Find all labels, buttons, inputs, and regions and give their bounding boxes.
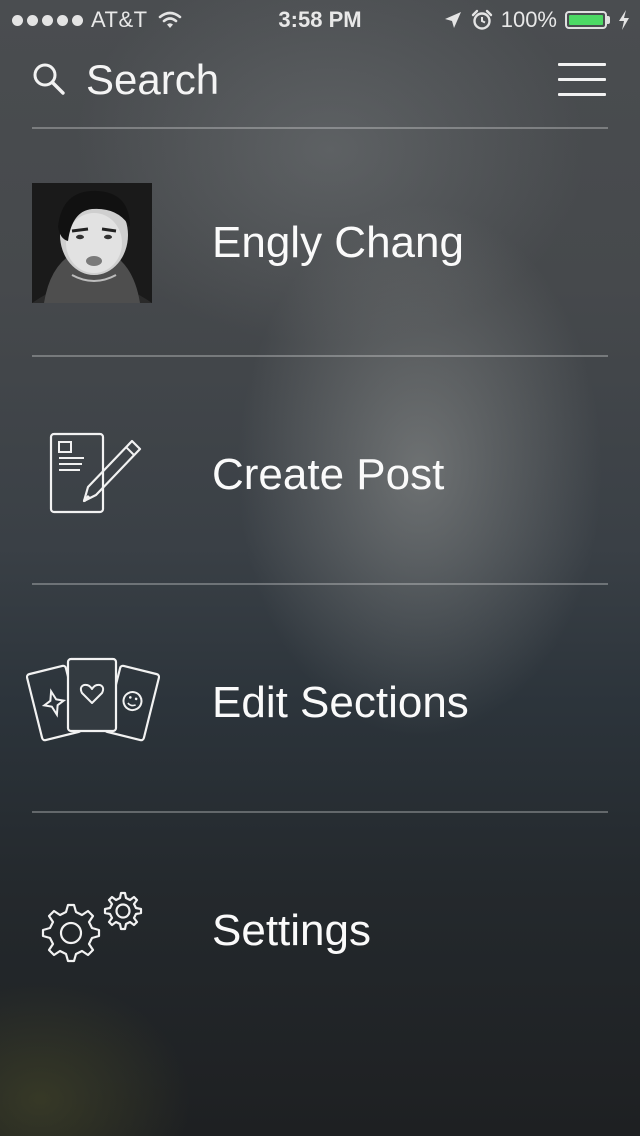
menu-item-profile[interactable]: Engly Chang	[0, 129, 640, 355]
menu-item-edit-sections[interactable]: Edit Sections	[0, 585, 640, 811]
search-bar[interactable]: Search	[0, 40, 640, 128]
menu-item-label: Settings	[212, 906, 371, 955]
menu-item-label: Edit Sections	[212, 678, 469, 727]
menu-item-label: Create Post	[212, 450, 445, 499]
menu-item-label: Engly Chang	[212, 218, 464, 267]
menu-item-settings[interactable]: Settings	[0, 813, 640, 1039]
battery-percent: 100%	[500, 7, 557, 32]
status-right: 100%	[443, 7, 630, 33]
search-label[interactable]: Search	[86, 56, 219, 104]
settings-gears-icon	[41, 891, 143, 963]
search-icon[interactable]	[32, 62, 66, 96]
battery-fill	[569, 15, 603, 25]
battery-icon	[565, 11, 610, 29]
alarm-icon	[471, 9, 492, 30]
charging-bolt-icon	[619, 10, 629, 30]
hamburger-menu-icon[interactable]	[558, 60, 608, 98]
location-arrow-icon	[444, 12, 461, 28]
menu-item-create-post[interactable]: Create Post	[0, 357, 640, 583]
edit-sections-cards-icon	[26, 657, 160, 742]
status-bar: AT&T 3:58 PM 100%	[0, 0, 640, 40]
profile-avatar	[32, 183, 152, 303]
create-post-icon	[49, 432, 142, 514]
